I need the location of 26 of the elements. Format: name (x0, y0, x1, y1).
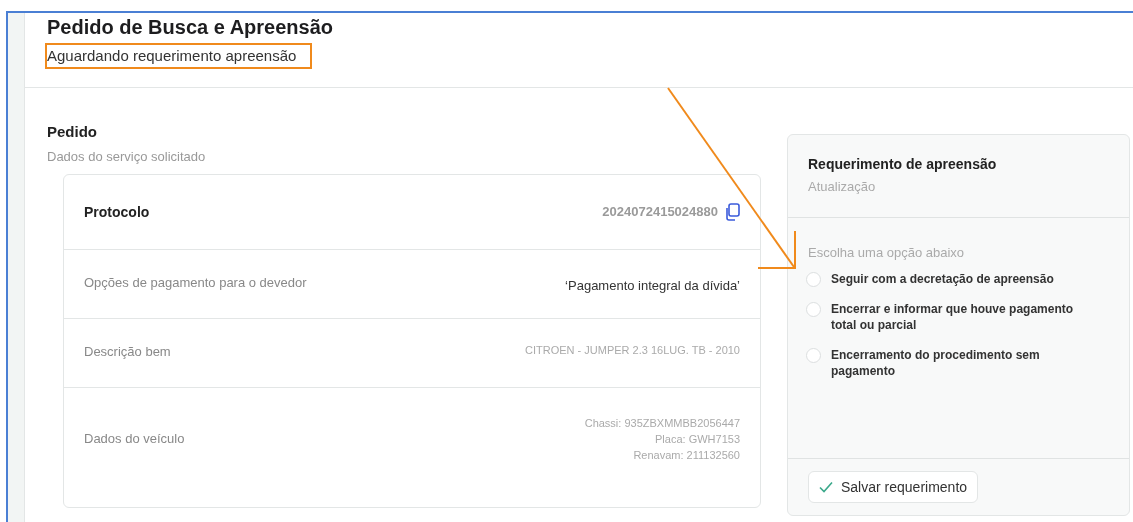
section-subtitle: Dados do serviço solicitado (47, 148, 207, 166)
save-button[interactable]: Salvar requerimento (808, 471, 979, 503)
radio-button[interactable] (806, 302, 821, 317)
option-label[interactable]: Encerramento do procedimento sem pagamento (831, 347, 1091, 379)
row-label: Protocolo (84, 202, 150, 222)
radio-button[interactable] (806, 348, 821, 363)
status-text: Aguardando requerimento apreensão (45, 43, 313, 69)
options-prompt: Escolha uma opção abaixo (807, 245, 966, 261)
panel-title: Requerimento de apreensão (808, 155, 998, 173)
row-value: Placa: GWH7153 (655, 431, 740, 447)
row-value: CITROEN - JUMPER 2.3 16LUG. TB - 2010 (525, 343, 740, 358)
section-title: Pedido (47, 122, 98, 142)
panel-subtitle: Atualização (808, 179, 877, 195)
radio-button[interactable] (806, 272, 821, 287)
row-value: ‘Pagamento integral da dívida’ (565, 277, 740, 295)
row-label: Opções de pagamento para o devedor (84, 274, 307, 292)
check-icon (819, 481, 833, 493)
option-label[interactable]: Seguir com a decretação de apreensão (831, 271, 1091, 287)
row-value: 2024072415024880 (602, 203, 718, 222)
row-value: Renavam: 211132560 (633, 447, 740, 463)
copy-icon[interactable] (724, 203, 740, 221)
row-value: Chassi: 935ZBXMMBB2056447 (584, 415, 740, 431)
page-title: Pedido de Busca e Apreensão (47, 15, 334, 40)
row-label: Dados do veículo (84, 429, 185, 448)
row-label: Descrição bem (84, 343, 171, 361)
option-label[interactable]: Encerrar e informar que houve pagamento total ou parcial (831, 301, 1091, 333)
